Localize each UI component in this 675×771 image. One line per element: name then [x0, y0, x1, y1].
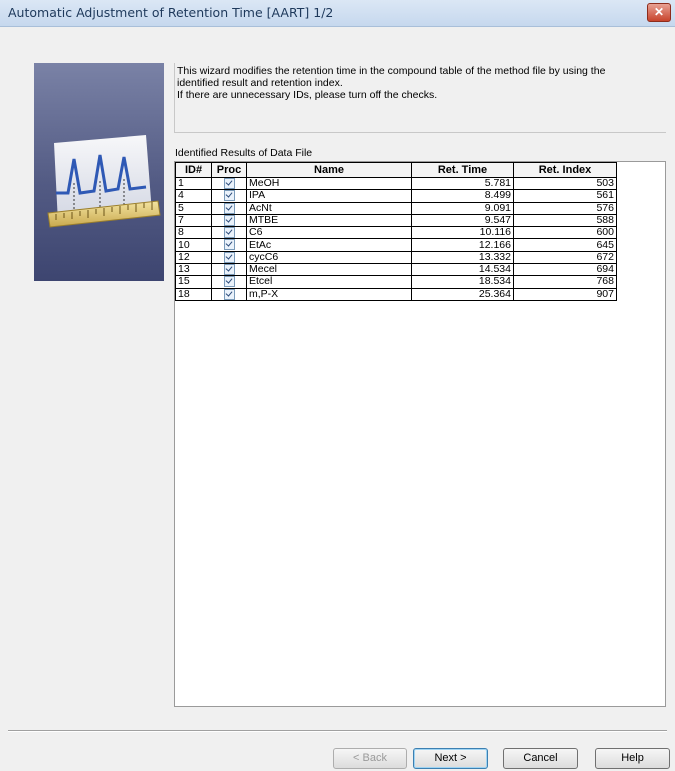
description-line-3: If there are unnecessary IDs, please tur…: [177, 89, 438, 101]
proc-cell: [211, 238, 247, 252]
window-title: Automatic Adjustment of Retention Time […: [8, 5, 334, 20]
column-header-name[interactable]: Name: [246, 162, 412, 178]
ret-index-cell: 588: [513, 213, 617, 228]
table-row[interactable]: 13 Mecel 14.534 694: [175, 262, 617, 277]
wizard-illustration: [34, 63, 164, 281]
results-grid[interactable]: ID# Proc Name Ret. Time Ret. Index 1 MeOH…: [174, 161, 666, 707]
table-header-row: ID# Proc Name Ret. Time Ret. Index: [175, 162, 617, 178]
proc-cell: [211, 226, 247, 240]
proc-checkbox[interactable]: [223, 263, 235, 275]
name-cell: MeOH: [246, 176, 412, 191]
proc-cell: [211, 201, 247, 215]
table-row[interactable]: 7 MTBE 9.547 588: [175, 213, 617, 228]
id-cell: 8: [175, 226, 212, 240]
results-table: ID# Proc Name Ret. Time Ret. Index 1 MeOH…: [175, 162, 617, 301]
id-cell: 1: [175, 176, 212, 191]
ret-index-cell: 645: [513, 238, 617, 252]
column-header-id[interactable]: ID#: [175, 162, 212, 178]
name-cell: m,P-X: [246, 287, 412, 301]
ret-time-cell: 18.534: [411, 275, 514, 289]
table-row[interactable]: 4 IPA 8.499 561: [175, 189, 617, 203]
id-cell: 10: [175, 238, 212, 252]
table-row[interactable]: 1 MeOH 5.781 503: [175, 176, 617, 191]
name-cell: EtAc: [246, 238, 412, 252]
ret-index-cell: 503: [513, 176, 617, 191]
table-row[interactable]: 18 m,P-X 25.364 907: [175, 287, 617, 301]
ret-time-cell: 9.091: [411, 201, 514, 215]
results-label: Identified Results of Data File: [175, 147, 313, 159]
ret-time-cell: 14.534: [411, 262, 514, 277]
proc-cell: [211, 250, 247, 264]
id-cell: 15: [175, 275, 212, 289]
table-row[interactable]: 8 C6 10.116 600: [175, 226, 617, 240]
name-cell: C6: [246, 226, 412, 240]
ret-time-cell: 12.166: [411, 238, 514, 252]
ret-time-cell: 25.364: [411, 287, 514, 301]
column-header-ret-index[interactable]: Ret. Index: [513, 162, 617, 178]
id-cell: 4: [175, 189, 212, 203]
footer-separator: [8, 730, 667, 732]
description-line-2: identified result and retention index.: [177, 77, 343, 89]
ret-time-cell: 10.116: [411, 226, 514, 240]
proc-checkbox[interactable]: [223, 288, 235, 300]
table-row[interactable]: 10 EtAc 12.166 645: [175, 238, 617, 252]
ret-time-cell: 8.499: [411, 189, 514, 203]
id-cell: 13: [175, 262, 212, 277]
proc-cell: [211, 189, 247, 203]
name-cell: cycC6: [246, 250, 412, 264]
id-cell: 12: [175, 250, 212, 264]
proc-cell: [211, 275, 247, 289]
ret-index-cell: 561: [513, 189, 617, 203]
proc-cell: [211, 213, 247, 228]
proc-cell: [211, 287, 247, 301]
table-row[interactable]: 12 cycC6 13.332 672: [175, 250, 617, 264]
table-row[interactable]: 5 AcNt 9.091 576: [175, 201, 617, 215]
chromatogram-ruler-icon: [47, 135, 161, 228]
ret-index-cell: 672: [513, 250, 617, 264]
back-button[interactable]: < Back: [333, 748, 407, 769]
proc-checkbox[interactable]: [223, 251, 235, 263]
id-cell: 18: [175, 287, 212, 301]
ret-index-cell: 907: [513, 287, 617, 301]
name-cell: Etcel: [246, 275, 412, 289]
proc-checkbox[interactable]: [223, 190, 235, 202]
help-button[interactable]: Help: [595, 748, 670, 769]
proc-checkbox[interactable]: [223, 239, 235, 251]
next-button[interactable]: Next >: [413, 748, 488, 769]
name-cell: AcNt: [246, 201, 412, 215]
proc-checkbox[interactable]: [223, 178, 235, 189]
column-header-proc[interactable]: Proc: [211, 162, 247, 178]
proc-cell: [211, 176, 247, 191]
ret-index-cell: 600: [513, 226, 617, 240]
description-line-1: This wizard modifies the retention time …: [177, 65, 606, 77]
ret-time-cell: 5.781: [411, 176, 514, 191]
close-icon[interactable]: ✕: [647, 3, 671, 22]
id-cell: 7: [175, 213, 212, 228]
proc-checkbox[interactable]: [223, 202, 235, 214]
proc-checkbox[interactable]: [223, 227, 235, 239]
ret-index-cell: 768: [513, 275, 617, 289]
ret-time-cell: 13.332: [411, 250, 514, 264]
table-row[interactable]: 15 Etcel 18.534 768: [175, 275, 617, 289]
proc-checkbox[interactable]: [223, 214, 235, 226]
ret-time-cell: 9.547: [411, 213, 514, 228]
wizard-description: This wizard modifies the retention time …: [174, 63, 666, 133]
ret-index-cell: 694: [513, 262, 617, 277]
column-header-ret-time[interactable]: Ret. Time: [411, 162, 514, 178]
title-bar: Automatic Adjustment of Retention Time […: [0, 0, 675, 27]
proc-checkbox[interactable]: [223, 276, 235, 288]
proc-cell: [211, 262, 247, 277]
cancel-button[interactable]: Cancel: [503, 748, 578, 769]
name-cell: IPA: [246, 189, 412, 203]
name-cell: Mecel: [246, 262, 412, 277]
name-cell: MTBE: [246, 213, 412, 228]
ret-index-cell: 576: [513, 201, 617, 215]
id-cell: 5: [175, 201, 212, 215]
